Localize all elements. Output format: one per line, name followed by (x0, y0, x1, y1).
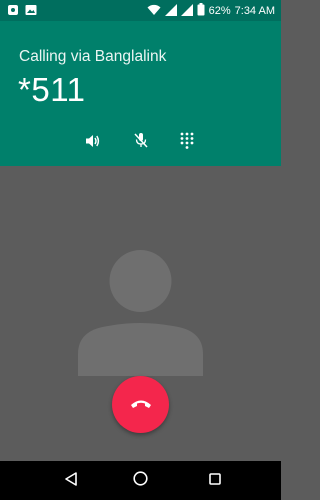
contact-avatar-icon (78, 250, 203, 376)
home-icon (132, 471, 148, 491)
calling-via-label: Calling via Banglalink (19, 48, 167, 65)
image-icon (25, 4, 37, 19)
recents-icon (209, 472, 221, 490)
end-call-button[interactable] (112, 376, 169, 433)
dialed-number: *511 (18, 71, 86, 108)
status-bar: 62% 7:34 AM (0, 0, 281, 21)
signal-icon (180, 3, 193, 19)
mute-mic-icon (133, 132, 149, 154)
clock: 7:34 AM (234, 5, 275, 17)
recents-button[interactable] (203, 469, 227, 493)
home-button[interactable] (128, 469, 152, 493)
call-header: Calling via Banglalink *511 (0, 21, 281, 166)
navigation-bar (0, 461, 281, 500)
dialpad-icon (180, 132, 194, 154)
signal-icon (164, 3, 177, 19)
battery-percent: 62% (208, 5, 231, 17)
in-call-screen: 62% 7:34 AM Calling via Banglalink *511 (0, 0, 281, 500)
speaker-button[interactable] (81, 131, 105, 155)
speaker-icon (85, 133, 101, 154)
battery-icon (197, 3, 205, 19)
dialpad-button[interactable] (175, 131, 199, 155)
mute-button[interactable] (129, 131, 153, 155)
call-actions (0, 131, 281, 155)
status-right-icons: 62% 7:34 AM (147, 3, 275, 19)
hang-up-icon (130, 396, 152, 414)
wifi-icon (147, 4, 161, 19)
notification-dot-icon (7, 4, 19, 19)
status-left-icons (7, 4, 37, 19)
back-icon (64, 471, 78, 491)
back-button[interactable] (59, 469, 83, 493)
